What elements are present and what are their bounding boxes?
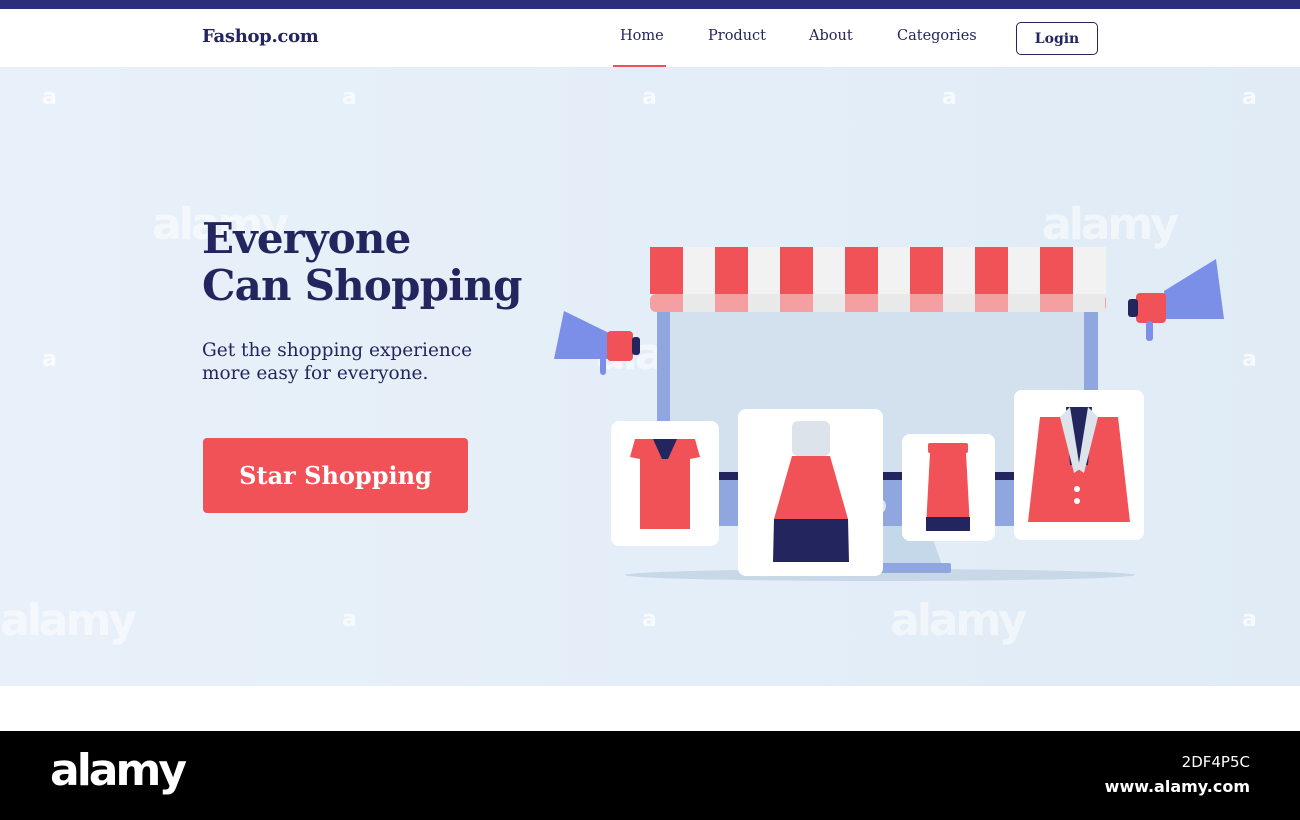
watermark-mark: a [342,85,357,110]
login-button[interactable]: Login [1016,22,1098,55]
hero-subtitle: Get the shopping experience more easy fo… [202,339,502,385]
watermark-footer: alamy 2DF4P5C www.alamy.com [0,731,1300,820]
watermark-url: www.alamy.com [1104,777,1250,796]
watermark-mark: a [642,85,657,110]
watermark-mark: a [1242,607,1257,632]
watermark-mark: a [1242,347,1257,372]
nav-link-about[interactable]: About [809,28,853,44]
watermark-footer-logo: alamy [50,745,187,796]
nav-link-product[interactable]: Product [708,28,766,44]
hero-title-line-1: Everyone [202,214,411,263]
skirt-icon [902,434,995,541]
hero-title: Everyone Can Shopping [202,215,522,309]
awning-icon [650,247,1106,312]
top-accent-strip [0,0,1300,9]
watermark-logo: alamy [0,595,137,646]
hero-section: a a a a a a a a a a alamy alamy alamy al… [0,67,1300,686]
megaphone-icon [554,311,640,375]
nav-link-categories[interactable]: Categories [897,28,977,44]
watermark-mark: a [42,347,57,372]
nav-link-home[interactable]: Home [620,28,664,44]
brand-logo[interactable]: Fashop.com [202,26,319,47]
hero-subtitle-line-1: Get the shopping experience [202,340,473,361]
image-id: 2DF4P5C [1181,753,1250,771]
watermark-mark: a [942,85,957,110]
start-shopping-button[interactable]: Star Shopping [203,438,468,513]
hero-subtitle-line-2: more easy for everyone. [202,363,429,384]
navbar: Fashop.com Home Product About Categories… [0,9,1300,67]
blazer-icon [1014,390,1144,540]
watermark-mark: a [42,85,57,110]
megaphone-icon [1128,259,1224,341]
watermark-mark: a [1242,85,1257,110]
watermark-mark: a [342,607,357,632]
online-shop-illustration [554,247,1224,581]
dress-icon [738,409,883,576]
blouse-icon [611,421,719,546]
watermark-logo: alamy [1042,199,1179,250]
hero-title-line-2: Can Shopping [202,261,522,310]
